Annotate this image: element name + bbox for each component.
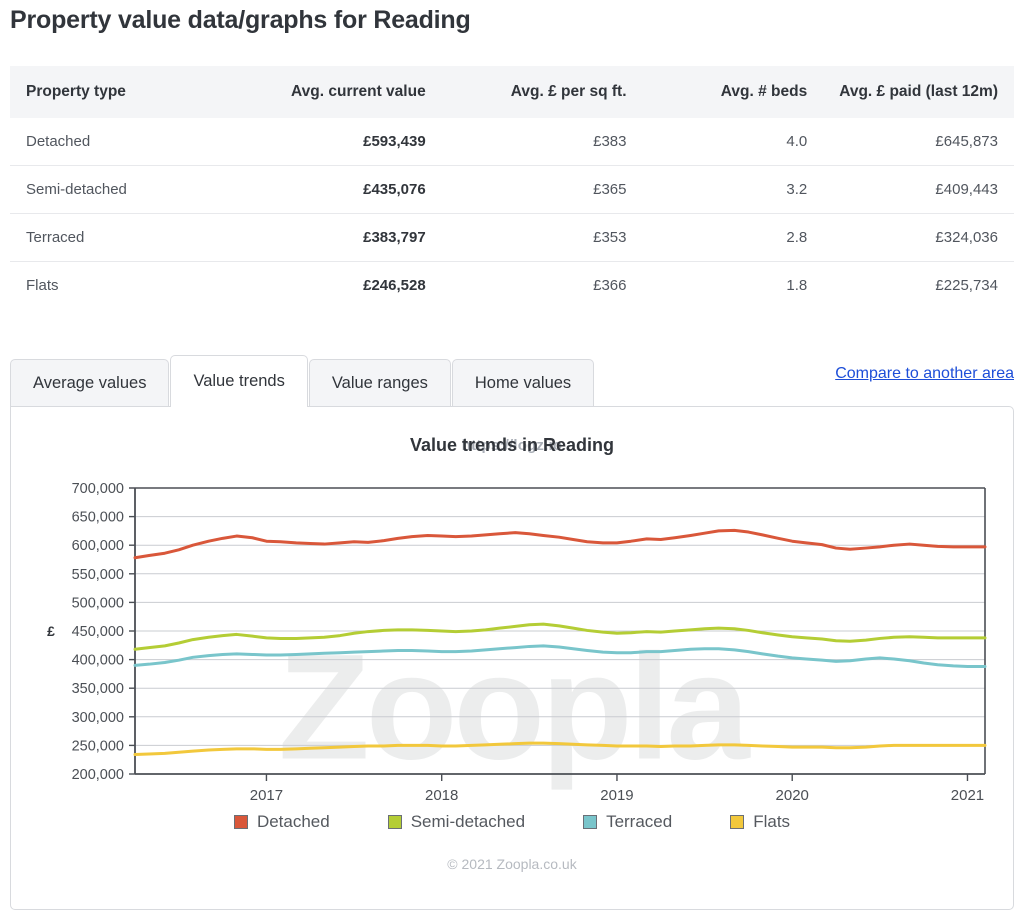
- svg-text:700,000: 700,000: [72, 481, 124, 497]
- svg-text:2018: 2018: [425, 787, 458, 804]
- legend-swatch-icon: [730, 815, 745, 829]
- column-header-beds: Avg. # beds: [642, 66, 824, 118]
- tab-label: Average values: [33, 374, 147, 392]
- legend-swatch-icon: [387, 815, 402, 829]
- table-body: Detached £593,439 £383 4.0 £645,873 Semi…: [10, 118, 1014, 309]
- value-trends-chart: 200,000 250,000 300,000 350,000 400,000 450,0…: [47, 481, 987, 804]
- table-row: Flats £246,528 £366 1.8 £225,734: [10, 261, 1014, 309]
- cell-beds: 4.0: [786, 133, 808, 150]
- tabs-list: Average values Value trends Value ranges…: [10, 355, 595, 407]
- svg-text:350,000: 350,000: [72, 681, 124, 697]
- legend-label: Terraced: [606, 812, 673, 831]
- cell-current-value: £383,797: [240, 213, 442, 262]
- legend-item-flats[interactable]: Flats: [730, 812, 790, 832]
- chart-inner: Zoopla https://logz.io Value trends in R…: [11, 407, 1013, 909]
- svg-text:500,000: 500,000: [72, 595, 124, 611]
- cell-property-type: Semi-detached: [10, 165, 241, 214]
- svg-text:300,000: 300,000: [72, 710, 124, 726]
- column-header-paid-last-12m: Avg. £ paid (last 12m): [823, 66, 1014, 118]
- table-row: Terraced £383,797 £353 2.8 £324,036: [10, 213, 1014, 262]
- legend-swatch-icon: [583, 815, 598, 829]
- legend-label: Detached: [256, 812, 330, 831]
- svg-text:2020: 2020: [776, 787, 809, 804]
- legend-item-terraced[interactable]: Terraced: [583, 812, 672, 832]
- svg-text:2019: 2019: [600, 787, 633, 804]
- chart-legend: Detached Semi-detached Terraced Flats: [11, 812, 1013, 832]
- svg-text:250,000: 250,000: [72, 738, 124, 754]
- svg-text:£: £: [47, 623, 55, 639]
- table-row: Semi-detached £435,076 £365 3.2 £409,443: [10, 165, 1014, 214]
- tab-label: Home values: [474, 374, 572, 392]
- table-header: Property type Avg. current value Avg. £ …: [10, 66, 1014, 118]
- cell-per-sq-ft: £383: [593, 133, 627, 150]
- tab-home-values[interactable]: Home values: [451, 359, 595, 407]
- svg-text:450,000: 450,000: [72, 624, 124, 640]
- legend-label: Semi-detached: [410, 812, 526, 831]
- column-header-current-value: Avg. current value: [240, 66, 442, 118]
- legend-item-semi-detached[interactable]: Semi-detached: [387, 812, 526, 832]
- compare-to-another-area-link[interactable]: Compare to another area: [835, 365, 1014, 383]
- property-value-table: Property type Avg. current value Avg. £ …: [10, 66, 1014, 309]
- tab-label: Value ranges: [331, 374, 428, 392]
- column-header-property-type: Property type: [10, 66, 241, 118]
- svg-text:600,000: 600,000: [72, 538, 124, 554]
- cell-current-value: £593,439: [363, 133, 426, 150]
- cell-per-sq-ft: £365: [441, 165, 643, 214]
- cell-property-type: Detached: [26, 133, 91, 150]
- tabs-bar: Average values Value trends Value ranges…: [10, 355, 1014, 407]
- cell-beds: 1.8: [642, 261, 824, 309]
- cell-property-type: Flats: [10, 261, 241, 309]
- cell-current-value: £246,528: [240, 261, 442, 309]
- cell-paid-last-12m: £409,443: [823, 165, 1014, 214]
- cell-property-type: Terraced: [10, 213, 241, 262]
- svg-text:400,000: 400,000: [72, 653, 124, 669]
- legend-swatch-icon: [233, 815, 248, 829]
- svg-text:2017: 2017: [250, 787, 283, 804]
- svg-text:550,000: 550,000: [72, 567, 124, 583]
- svg-text:200,000: 200,000: [72, 767, 124, 783]
- cell-per-sq-ft: £366: [441, 261, 643, 309]
- cell-paid-last-12m: £645,873: [935, 133, 998, 150]
- page-title: Property value data/graphs for Reading: [10, 6, 471, 34]
- cell-paid-last-12m: £225,734: [823, 261, 1014, 309]
- svg-text:2021: 2021: [951, 787, 984, 804]
- cell-beds: 3.2: [642, 165, 824, 214]
- chart-credit: © 2021 Zoopla.co.uk: [447, 856, 577, 872]
- table-row: Detached £593,439 £383 4.0 £645,873: [10, 118, 1014, 166]
- column-header-per-sq-ft: Avg. £ per sq ft.: [441, 66, 643, 118]
- cell-paid-last-12m: £324,036: [823, 213, 1014, 262]
- svg-text:650,000: 650,000: [72, 510, 124, 526]
- chart-panel: Zoopla https://logz.io Value trends in R…: [10, 406, 1014, 910]
- legend-item-detached[interactable]: Detached: [233, 812, 330, 832]
- tab-average-values[interactable]: Average values: [10, 359, 170, 407]
- legend-label: Flats: [753, 812, 791, 831]
- tab-value-trends[interactable]: Value trends: [170, 355, 308, 407]
- page-root: Property value data/graphs for Reading P…: [0, 0, 1024, 924]
- tab-label: Value trends: [193, 372, 285, 390]
- cell-beds: 2.8: [642, 213, 824, 262]
- tab-value-ranges[interactable]: Value ranges: [308, 359, 451, 407]
- cell-per-sq-ft: £353: [441, 213, 643, 262]
- table-header-row: Property type Avg. current value Avg. £ …: [10, 66, 1014, 118]
- cell-current-value: £435,076: [240, 165, 442, 214]
